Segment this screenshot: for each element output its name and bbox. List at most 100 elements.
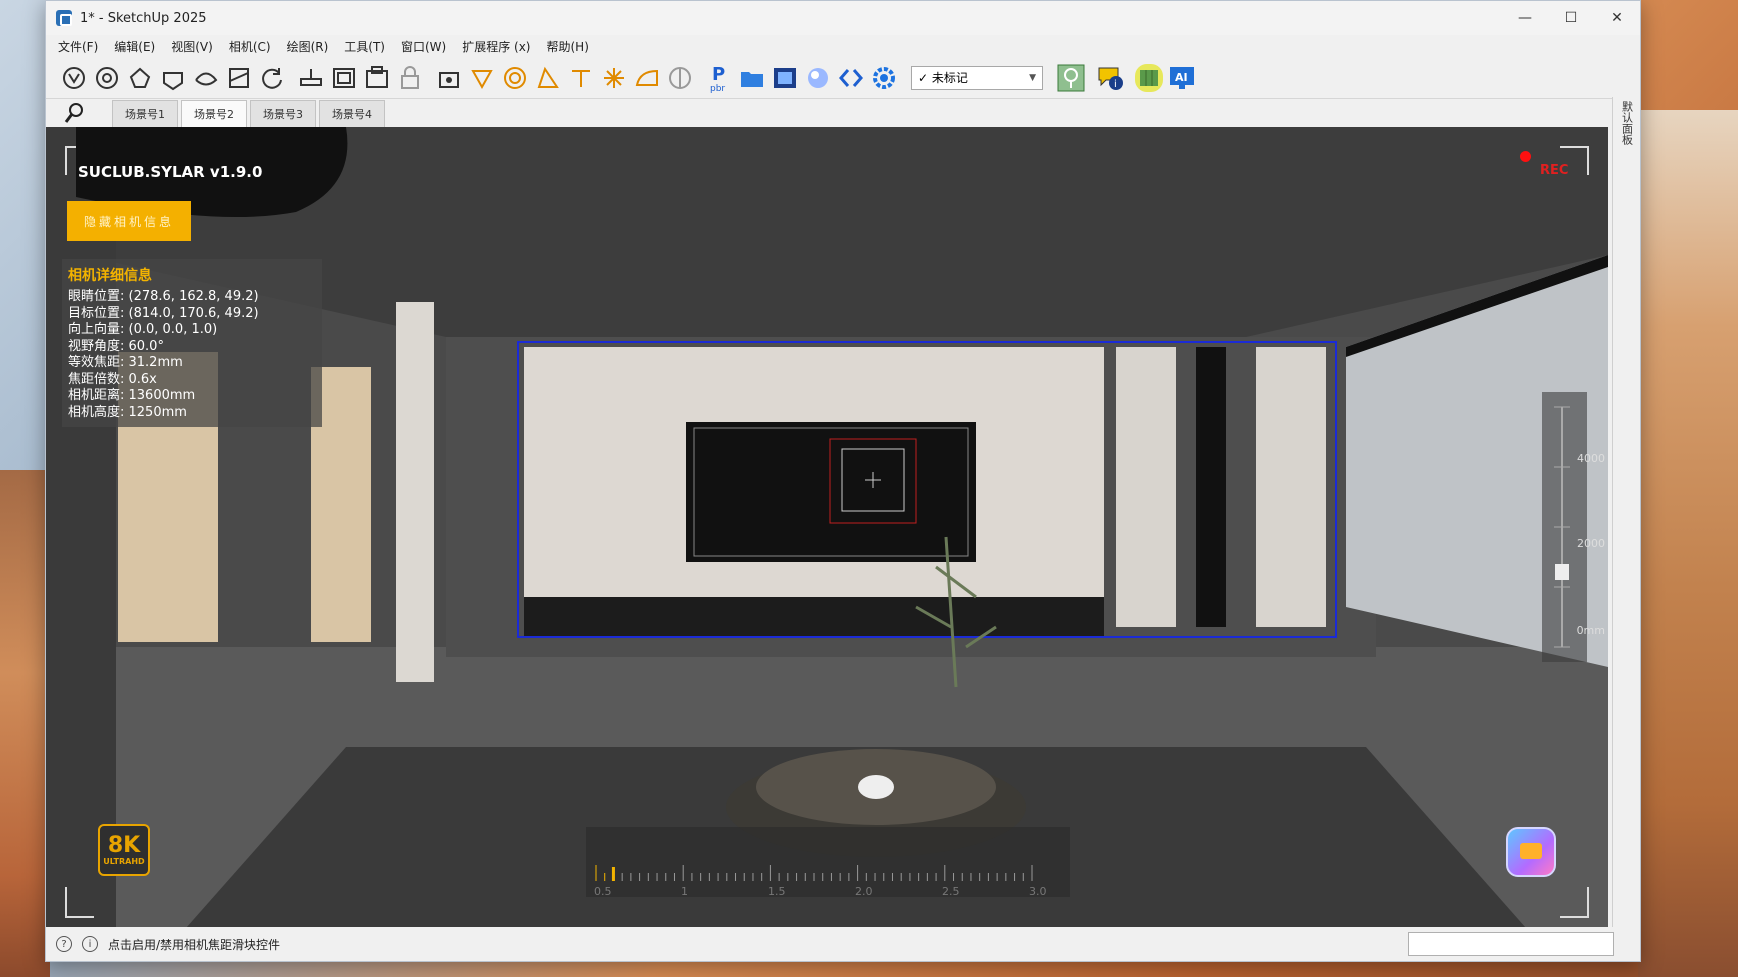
svg-text:pbr: pbr [710,84,725,93]
zoom-label-2: 2.0 [855,885,873,898]
display-section-icon[interactable] [330,64,358,92]
folder-icon[interactable] [738,64,766,92]
3d-viewport[interactable]: SUCLUB.SYLAR v1.9.0 隐藏相机信息 相机详细信息 眼睛位置: … [46,127,1608,928]
menu-tools[interactable]: 工具(T) [344,38,385,55]
zoom-label-1: 1 [681,885,688,898]
scene-render [46,127,1608,928]
previous-view-icon[interactable] [225,64,253,92]
measurements-box[interactable] [1408,932,1614,956]
close-button[interactable]: ✕ [1594,1,1640,35]
camera-info-panel: 相机详细信息 眼睛位置: (278.6, 162.8, 49.2) 目标位置: … [62,259,322,427]
hemisphere-icon[interactable] [666,64,694,92]
menu-bar: 文件(F) 编辑(E) 视图(V) 相机(C) 绘图(R) 工具(T) 窗口(W… [46,35,1640,57]
plugin-name-label: SUCLUB.SYLAR v1.9.0 [78,163,263,181]
render-window-icon[interactable] [771,64,799,92]
cloud-tree-icon[interactable] [1057,64,1085,92]
sketchup-app-icon [56,10,72,26]
info-target-position: 目标位置: (814.0, 170.6, 49.2) [68,305,259,321]
menu-extensions[interactable]: 扩展程序 (x) [462,38,530,55]
status-bar: ? i 点击启用/禁用相机焦距滑块控件 [46,927,1640,961]
tab-scene-1[interactable]: 场景号1 [112,100,178,127]
dimension-icon[interactable] [567,64,595,92]
section-fill-icon[interactable] [363,64,391,92]
default-tray-panel[interactable]: 默认面板 [1612,97,1640,937]
height-label-2000: 2000 [1577,537,1605,550]
camera-info-title: 相机详细信息 [68,268,152,284]
menu-camera[interactable]: 相机(C) [229,38,271,55]
tab-scene-3[interactable]: 场景号3 [250,100,316,127]
focal-multiplier-slider[interactable]: 0.5 1 1.5 2.0 2.5 3.0 [586,827,1070,898]
status-message: 点击启用/禁用相机焦距滑块控件 [108,937,281,952]
search-icon[interactable] [64,102,86,124]
info-focal-length: 等效焦距: 31.2mm [68,355,183,370]
hide-camera-info-button[interactable]: 隐藏相机信息 [67,201,191,241]
default-tray-label: 默认面板 [1620,101,1634,145]
protractor-icon[interactable] [501,64,529,92]
svg-text:i: i [1114,79,1117,90]
menu-window[interactable]: 窗口(W) [401,38,446,55]
zoom-window-icon[interactable] [159,64,187,92]
tag-select[interactable]: ✓ 未标记 ▼ [911,65,1043,90]
rotate-icon[interactable] [258,64,286,92]
svg-text:P: P [712,64,725,85]
map-icon[interactable] [1135,63,1163,92]
window-controls: — ☐ ✕ [1502,1,1640,35]
lock-icon[interactable] [396,64,424,92]
zoom-tool-icon[interactable] [126,64,154,92]
info-up-vector: 向上向量: (0.0, 0.0, 1.0) [68,322,218,337]
zoom-extents-icon[interactable] [192,64,220,92]
tape-measure-icon[interactable] [468,64,496,92]
scene-tabs-bar: 场景号1 场景号2 场景号3 场景号4 [46,99,1606,127]
camera-plugin-icon[interactable] [1506,827,1556,877]
height-label-4000: 4000 [1577,452,1605,465]
section-plane-icon[interactable] [297,64,325,92]
height-slider-thumb [1555,564,1569,580]
info-camera-distance: 相机距离: 13600mm [68,388,196,403]
svg-text:AI: AI [1175,71,1188,84]
badge-ultrahd-text: ULTRAHD [103,856,145,866]
tag-select-value: 未标记 [931,71,968,85]
menu-help[interactable]: 帮助(H) [546,38,588,55]
axes-icon[interactable] [534,64,562,92]
tab-scene-2[interactable]: 场景号2 [181,100,247,127]
help-icon[interactable]: ? [56,936,72,952]
menu-view[interactable]: 视图(V) [171,38,213,55]
menu-file[interactable]: 文件(F) [58,38,98,55]
rec-label: REC [1540,163,1569,178]
height-label-0: 0mm [1576,624,1605,637]
info-fov: 视野角度: 60.0° [68,338,164,354]
8k-ultrahd-badge: 8K ULTRAHD [98,824,150,876]
zoom-label-0-5: 0.5 [594,885,612,898]
ai-icon[interactable]: AI [1168,64,1196,92]
info-camera-height: 相机高度: 1250mm [68,404,187,420]
camera-height-slider[interactable]: 4000 2000 0mm [1542,392,1605,662]
orbit-tool-icon[interactable] [60,64,88,92]
zoom-label-3: 3.0 [1029,885,1047,898]
info-eye-position: 眼睛位置: (278.6, 162.8, 49.2) [68,289,259,304]
code-icon[interactable] [837,64,865,92]
tab-scene-4[interactable]: 场景号4 [319,100,385,127]
render-sphere-icon[interactable] [804,64,832,92]
chevron-down-icon: ▼ [1029,72,1036,83]
tag-check-icon: ✓ [918,70,929,85]
minimize-button[interactable]: — [1502,1,1548,35]
pan-tool-icon[interactable] [93,64,121,92]
text-icon[interactable] [600,64,628,92]
info-status-icon[interactable]: i [82,936,98,952]
menu-edit[interactable]: 编辑(E) [114,38,155,55]
desktop-background-right [1638,110,1738,977]
info-icon[interactable]: i [1096,64,1124,92]
sketchup-window: 1* - SketchUp 2025 — ☐ ✕ 文件(F) 编辑(E) 视图(… [45,0,1641,962]
zoom-label-1-5: 1.5 [768,885,786,898]
maximize-button[interactable]: ☐ [1548,1,1594,35]
pbr-icon[interactable]: Ppbr [705,64,733,93]
sun-icon[interactable] [633,64,661,92]
badge-8k-text: 8K [107,832,141,858]
zoom-label-2-5: 2.5 [942,885,960,898]
menu-draw[interactable]: 绘图(R) [287,38,329,55]
scene-settings-icon[interactable] [435,64,463,92]
rec-dot-icon [1520,151,1531,162]
title-bar: 1* - SketchUp 2025 — ☐ ✕ [46,1,1640,35]
window-title: 1* - SketchUp 2025 [80,10,207,26]
gear-icon[interactable] [870,64,898,92]
